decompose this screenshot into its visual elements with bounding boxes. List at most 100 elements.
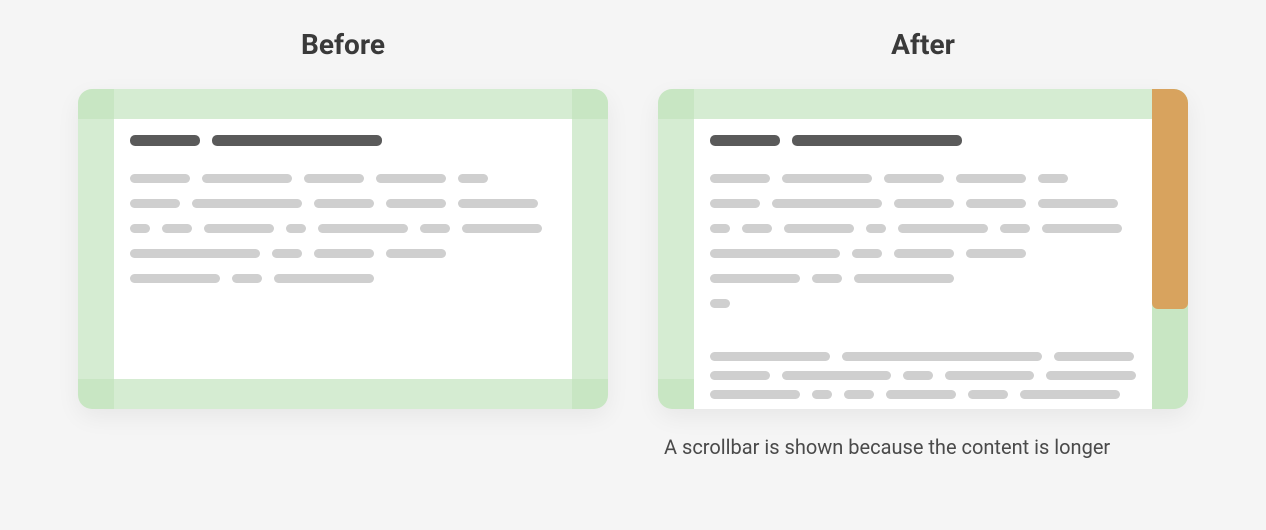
placeholder-bar [130,224,150,233]
placeholder-bar [968,390,1008,399]
placeholder-bar [782,371,891,380]
placeholder-bar [842,352,1042,361]
placeholder-bar [130,135,200,146]
placeholder-bar [884,174,944,183]
placeholder-bar [130,249,260,258]
placeholder-line [710,174,1136,183]
placeholder-line [710,274,1136,283]
placeholder-bar [710,249,840,258]
placeholder-line [710,199,1136,208]
placeholder-bar [852,249,882,258]
scrollbar-thumb[interactable] [1152,89,1188,309]
placeholder-bar [286,224,306,233]
placeholder-bar [1046,371,1136,380]
before-column: Before [78,28,608,459]
panel-corner [572,379,608,409]
placeholder-bar [894,199,954,208]
placeholder-bar [386,249,446,258]
placeholder-bar [376,174,446,183]
placeholder-bar [898,224,988,233]
placeholder-bar [130,174,190,183]
placeholder-bar [458,174,488,183]
panel-corner [572,89,608,119]
placeholder-bar [304,174,364,183]
placeholder-bar [1038,199,1118,208]
placeholder-line [710,371,1136,380]
placeholder-heading [130,135,556,146]
placeholder-bar [710,174,770,183]
placeholder-bar [812,390,832,399]
placeholder-bar [462,224,542,233]
placeholder-bar [772,199,882,208]
after-content [694,119,1152,409]
placeholder-bar [956,174,1026,183]
placeholder-bar [202,174,292,183]
placeholder-bar [784,224,854,233]
placeholder-bar [1042,224,1122,233]
placeholder-bar [894,249,954,258]
placeholder-line [710,299,1136,308]
placeholder-bar [204,224,274,233]
after-panel [658,89,1188,409]
placeholder-bar [1038,174,1068,183]
placeholder-bar [1054,352,1134,361]
after-caption: A scrollbar is shown because the content… [658,435,1188,459]
placeholder-bar [742,224,772,233]
placeholder-line [710,390,1136,399]
placeholder-bar [782,174,872,183]
placeholder-bar [232,274,262,283]
placeholder-bar [792,135,962,146]
placeholder-heading [710,135,1136,146]
placeholder-bar [274,274,374,283]
placeholder-bar [710,224,730,233]
placeholder-bar [458,199,538,208]
placeholder-bar [192,199,302,208]
after-title: After [891,28,955,61]
placeholder-bar [130,199,180,208]
placeholder-bar [710,352,830,361]
placeholder-line [710,249,1136,258]
before-content [114,119,572,379]
placeholder-bar [966,249,1026,258]
placeholder-bar [966,199,1026,208]
placeholder-bar [272,249,302,258]
placeholder-line [130,199,556,208]
placeholder-bar [710,299,730,308]
placeholder-line [130,224,556,233]
placeholder-bar [386,199,446,208]
panel-corner [658,89,694,119]
placeholder-bar [903,371,933,380]
placeholder-bar [1020,390,1120,399]
placeholder-bar [812,274,842,283]
before-title: Before [301,28,385,61]
comparison-stage: Before [0,0,1266,459]
placeholder-bar [314,199,374,208]
placeholder-bar [318,224,408,233]
placeholder-bar [710,199,760,208]
panel-corner [658,379,694,409]
before-panel [78,89,608,409]
placeholder-bar [945,371,1035,380]
placeholder-bar [886,390,956,399]
placeholder-bar [844,390,874,399]
placeholder-bar [866,224,886,233]
placeholder-line [130,174,556,183]
placeholder-bar [212,135,382,146]
panel-corner [78,89,114,119]
paragraph-gap [710,324,1136,352]
after-column: After [658,28,1188,459]
placeholder-bar [1000,224,1030,233]
placeholder-bar [130,274,220,283]
placeholder-bar [420,224,450,233]
placeholder-bar [710,135,780,146]
placeholder-line [130,274,556,283]
placeholder-bar [710,390,800,399]
placeholder-bar [854,274,954,283]
placeholder-line [130,249,556,258]
placeholder-bar [710,274,800,283]
placeholder-bar [314,249,374,258]
placeholder-bar [710,371,770,380]
placeholder-line [710,224,1136,233]
placeholder-line [710,352,1136,361]
placeholder-bar [162,224,192,233]
